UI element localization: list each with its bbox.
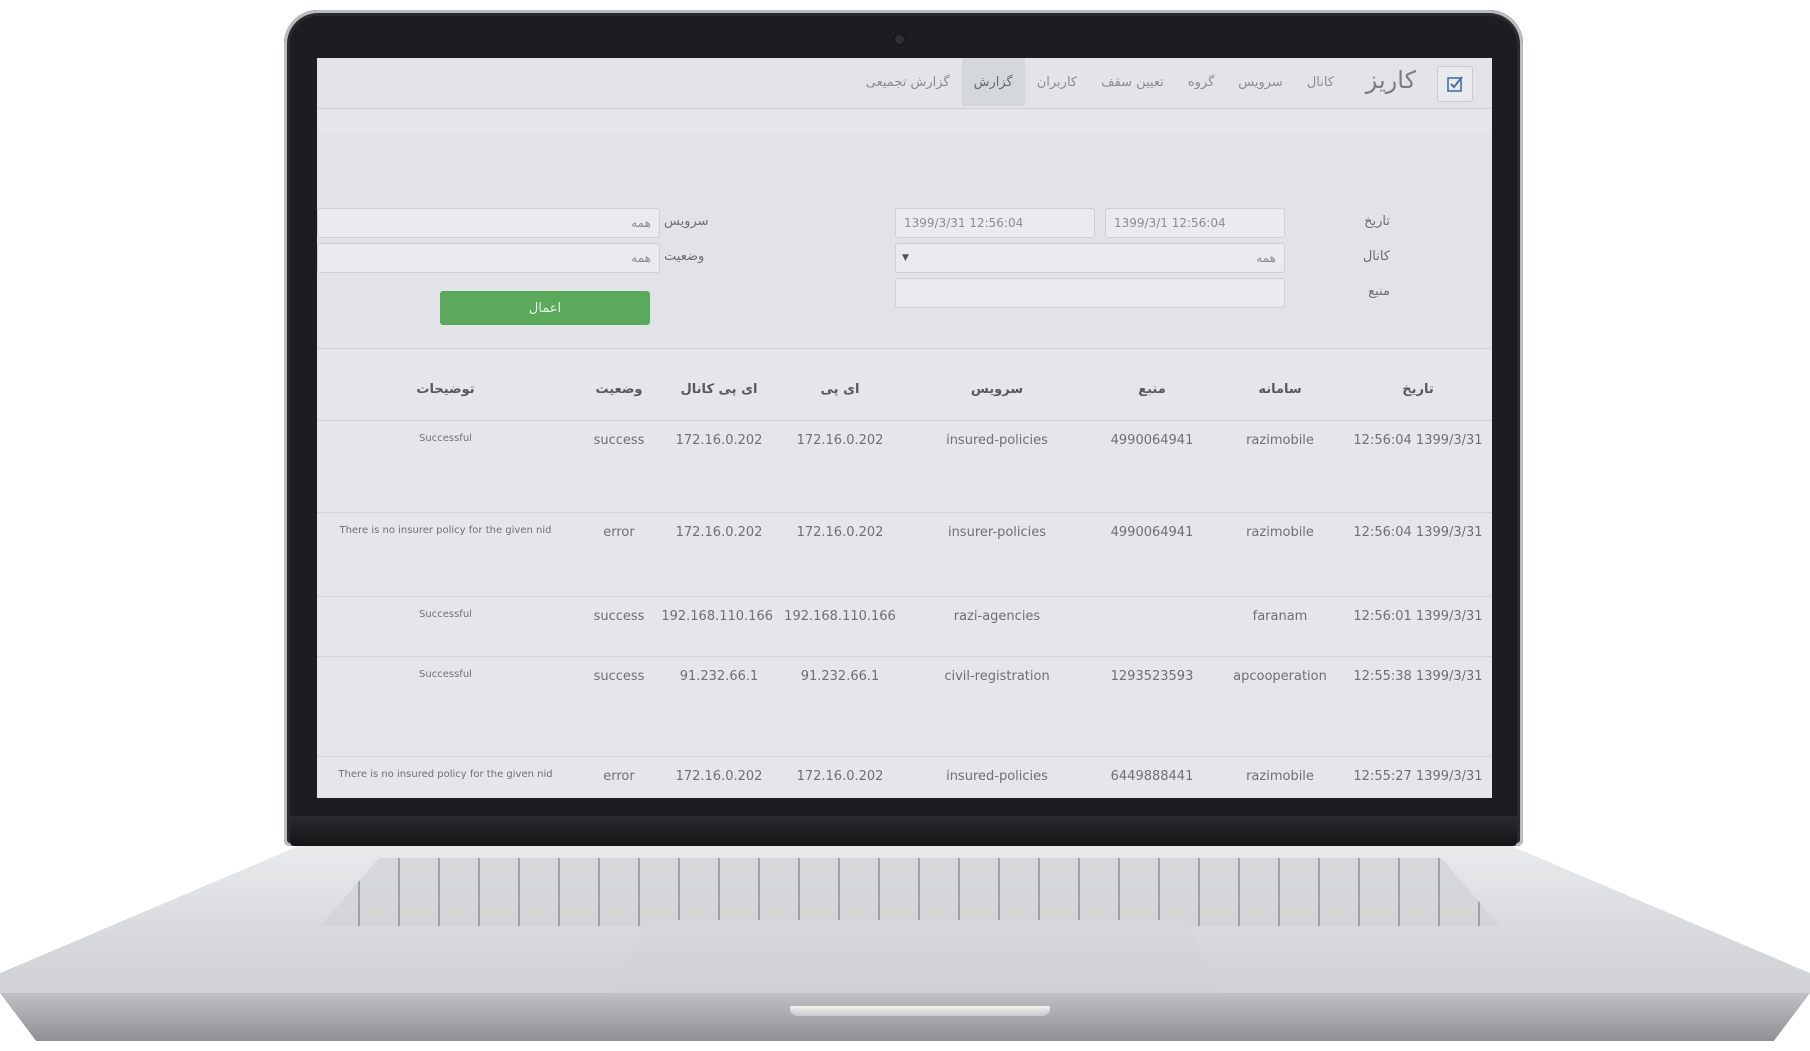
cell-channel-ip: 172.16.0.202 <box>664 756 774 798</box>
col-header-service[interactable]: سرویس <box>906 358 1088 421</box>
cell-system: faranam <box>1216 596 1344 657</box>
lid-hinge <box>290 816 1517 846</box>
cell-system: razimobile <box>1216 756 1344 798</box>
camera-icon <box>895 35 904 44</box>
nav-aggregate-report[interactable]: گزارش تجمیعی <box>854 58 962 106</box>
cell-system: razimobile <box>1216 512 1344 597</box>
cell-source: 6449888441 <box>1088 756 1216 798</box>
col-header-source[interactable]: منبع <box>1088 358 1216 421</box>
col-header-description[interactable]: توضیحات <box>317 358 574 421</box>
cell-status: success <box>574 656 664 757</box>
date-from-field[interactable]: 1399/3/1 12:56:04 <box>1105 208 1285 238</box>
cell-service: razi-agencies <box>906 596 1088 657</box>
col-header-channel-ip[interactable]: ای پی کانال <box>664 358 774 421</box>
col-header-ip[interactable]: ای پی <box>774 358 906 421</box>
cell-system: razimobile <box>1216 420 1344 513</box>
channel-select-value: همه <box>1256 251 1276 265</box>
cell-source: 4990064941 <box>1088 420 1216 513</box>
cell-ip: 192.168.110.166 <box>774 596 906 657</box>
cell-description: Successful <box>317 596 574 657</box>
cell-channel-ip: 192.168.110.166 <box>661 596 774 657</box>
cell-source: 4990064941 <box>1088 512 1216 597</box>
source-label: منبع <box>1368 284 1390 299</box>
nav-group[interactable]: گروه <box>1176 58 1226 106</box>
cell-channel-ip: 172.16.0.202 <box>664 512 774 597</box>
nav-service[interactable]: سرویس <box>1226 58 1295 106</box>
laptop-notch <box>790 1006 1050 1016</box>
caret-down-icon: ▼ <box>902 253 909 263</box>
top-navbar: کاریز کانال سرویس گروه تعیین سقف کاربران… <box>317 58 1492 109</box>
cell-service: insured-policies <box>906 756 1088 798</box>
cell-ip: 172.16.0.202 <box>774 756 906 798</box>
cell-channel-ip: 91.232.66.1 <box>664 656 774 757</box>
cell-description: Successful <box>317 420 574 513</box>
col-header-date[interactable]: تاریخ <box>1344 358 1492 421</box>
service-label: سرویس <box>664 214 709 229</box>
laptop-keyboard <box>320 858 1500 926</box>
nav-set-limit[interactable]: تعیین سقف <box>1089 58 1176 106</box>
date-label: تاریخ <box>1364 214 1390 229</box>
cell-status: success <box>574 420 664 513</box>
laptop-base-edge <box>0 993 1810 1041</box>
source-input[interactable] <box>895 278 1285 308</box>
status-label: وضعیت <box>664 249 705 264</box>
table-header-row: تاریخ سامانه منبع سرویس ای پی ای پی کانا… <box>317 358 1492 421</box>
channel-label: کانال <box>1362 249 1390 264</box>
cell-channel-ip: 172.16.0.202 <box>664 420 774 513</box>
table-row[interactable]: 12:55:27 1399/3/31 razimobile 6449888441… <box>317 756 1492 798</box>
checkbox-logo-icon[interactable] <box>1437 66 1473 102</box>
table-row[interactable]: 12:56:01 1399/3/31 faranam razi-agencies… <box>317 596 1492 657</box>
cell-status: success <box>574 596 664 657</box>
cell-description: There is no insurer policy for the given… <box>317 512 574 597</box>
cell-service: insured-policies <box>906 420 1088 513</box>
app-screen: کاریز کانال سرویس گروه تعیین سقف کاربران… <box>317 58 1492 798</box>
laptop-trackpad <box>610 920 1222 999</box>
cell-date: 12:55:38 1399/3/31 <box>1344 656 1492 757</box>
cell-source: 1293523593 <box>1088 656 1216 757</box>
col-header-status[interactable]: وضعیت <box>574 358 664 421</box>
status-select[interactable]: همه <box>317 243 660 273</box>
brand-name[interactable]: کاریز <box>1366 66 1416 94</box>
nav-report[interactable]: گزارش <box>961 58 1025 106</box>
cell-date: 12:55:27 1399/3/31 <box>1344 756 1492 798</box>
date-to-field[interactable]: 1399/3/31 12:56:04 <box>895 208 1095 238</box>
cell-date: 12:56:01 1399/3/31 <box>1344 596 1492 657</box>
cell-description: Successful <box>317 656 574 757</box>
cell-status: error <box>574 756 664 798</box>
cell-ip: 172.16.0.202 <box>774 512 906 597</box>
table-row[interactable]: 12:55:38 1399/3/31 apcooperation 1293523… <box>317 656 1492 757</box>
apply-button[interactable]: اعمال <box>440 291 650 325</box>
nav-channel[interactable]: کانال <box>1295 58 1346 106</box>
service-select[interactable]: همه <box>317 208 660 238</box>
nav-users[interactable]: کاربران <box>1025 58 1089 106</box>
table-row[interactable]: 12:56:04 1399/3/31 razimobile 4990064941… <box>317 512 1492 597</box>
cell-status: error <box>574 512 664 597</box>
report-table: تاریخ سامانه منبع سرویس ای پی ای پی کانا… <box>317 358 1492 798</box>
cell-description: There is no insured policy for the given… <box>317 756 574 798</box>
cell-date: 12:56:04 1399/3/31 <box>1344 420 1492 513</box>
cell-source <box>1088 596 1216 657</box>
col-header-system[interactable]: سامانه <box>1216 358 1344 421</box>
cell-ip: 91.232.66.1 <box>774 656 906 757</box>
cell-ip: 172.16.0.202 <box>774 420 906 513</box>
table-row[interactable]: 12:56:04 1399/3/31 razimobile 4990064941… <box>317 420 1492 513</box>
cell-service: insurer-policies <box>906 512 1088 597</box>
main-nav: کانال سرویس گروه تعیین سقف کاربران گزارش… <box>854 58 1346 106</box>
cell-service: civil-registration <box>906 656 1088 757</box>
cell-system: apcooperation <box>1216 656 1344 757</box>
cell-date: 12:56:04 1399/3/31 <box>1344 512 1492 597</box>
channel-select[interactable]: ▼ همه <box>895 243 1285 273</box>
